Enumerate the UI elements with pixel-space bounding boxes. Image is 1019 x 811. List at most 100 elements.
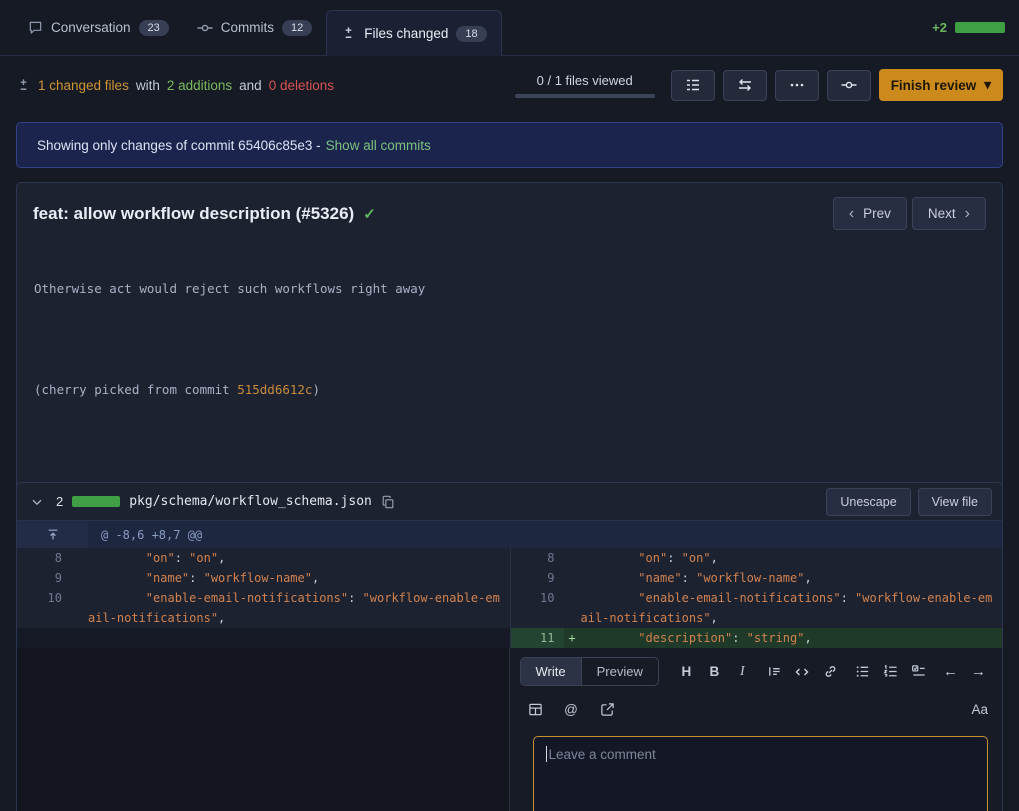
- finish-review-button[interactable]: Finish review ▾: [879, 69, 1003, 101]
- json-key: "on": [581, 551, 668, 565]
- tab-conversation[interactable]: Conversation 23: [14, 10, 183, 46]
- code-line-new: "name": "workflow-name",: [581, 568, 1003, 588]
- code-line-old: "enable-email-notifications": "workflow-…: [88, 588, 510, 628]
- json-end: ,: [711, 551, 718, 565]
- show-all-commits-link[interactable]: Show all commits: [326, 138, 431, 153]
- link-icon[interactable]: [819, 660, 842, 683]
- diff-view-toggle-button[interactable]: [723, 70, 767, 101]
- heading-icon[interactable]: H: [675, 660, 698, 683]
- json-end: ,: [711, 611, 718, 625]
- cherry-text: (cherry picked from commit: [34, 382, 237, 397]
- code-icon[interactable]: [791, 660, 814, 683]
- mention-icon[interactable]: @: [560, 698, 583, 721]
- new-line-number[interactable]: 8: [510, 548, 564, 568]
- json-sep: :: [348, 591, 362, 605]
- unescape-button[interactable]: Unescape: [826, 488, 910, 516]
- diff-options-button[interactable]: [775, 70, 819, 101]
- code-line-new: "on": "on",: [581, 548, 1003, 568]
- commit-icon: [197, 20, 213, 36]
- tab-label: Files changed: [364, 26, 448, 41]
- chevron-down-icon[interactable]: [27, 495, 47, 509]
- code-line-new: "enable-email-notifications": "workflow-…: [581, 588, 1003, 628]
- commit-title-text: feat: allow workflow description (#5326): [33, 204, 354, 224]
- json-key: "name": [88, 571, 189, 585]
- arrow-left-icon[interactable]: ←: [939, 660, 962, 683]
- view-file-label: View file: [932, 495, 978, 509]
- prev-commit-button[interactable]: ‹ Prev: [833, 197, 907, 230]
- inline-comment-row: Write Preview H B I: [17, 648, 1002, 811]
- tab-count-badge: 12: [282, 20, 312, 36]
- comment-textarea[interactable]: [533, 736, 989, 811]
- arrow-right-icon[interactable]: →: [967, 660, 990, 683]
- expand-hunk-button[interactable]: [17, 521, 88, 548]
- cherry-pick-line: (cherry picked from commit 515dd6612c): [34, 382, 985, 398]
- empty-old-sign: [71, 628, 88, 648]
- view-file-button[interactable]: View file: [918, 488, 992, 516]
- file-diff-stat-bar: [72, 496, 120, 507]
- numbered-list-icon[interactable]: [879, 660, 902, 683]
- old-line-number[interactable]: 10: [17, 588, 71, 628]
- file-diff-box: 2 pkg/schema/workflow_schema.json Unesca…: [16, 482, 1003, 811]
- file-tree-icon: [685, 77, 701, 93]
- comment-editor: Write Preview H B I: [510, 648, 1003, 811]
- write-tab[interactable]: Write: [521, 658, 581, 685]
- json-value: "on": [189, 551, 218, 565]
- json-key: "description": [581, 631, 733, 645]
- new-line-number[interactable]: 11: [510, 628, 564, 648]
- diff-summary-row: 1 changed files with 2 additions and 0 d…: [16, 62, 1003, 108]
- quote-icon[interactable]: [763, 660, 786, 683]
- files-viewed-progress: 0 / 1 files viewed: [515, 73, 655, 98]
- diff-sign-cell: [564, 548, 581, 568]
- code-line-old: "on": "on",: [88, 548, 510, 568]
- reference-icon[interactable]: [596, 698, 619, 721]
- preview-tab[interactable]: Preview: [581, 658, 658, 685]
- italic-icon[interactable]: I: [731, 660, 754, 683]
- diff-sign-cell: [71, 588, 88, 628]
- bold-icon[interactable]: B: [703, 660, 726, 683]
- split-diff-grid: 8 "on": "on", 8 "on": "on", 9 "name": "w…: [17, 548, 1002, 648]
- files-viewed-bar: [515, 94, 655, 98]
- bullet-list-icon[interactable]: [851, 660, 874, 683]
- json-sep: :: [732, 631, 746, 645]
- code-line-old: "name": "workflow-name",: [88, 568, 510, 588]
- file-tree-toggle-button[interactable]: [671, 70, 715, 101]
- cherry-commit-link[interactable]: 515dd6612c: [237, 382, 312, 397]
- browse-commits-button[interactable]: [827, 70, 871, 101]
- prev-label: Prev: [863, 206, 891, 221]
- tab-files-changed[interactable]: Files changed 18: [326, 10, 501, 56]
- json-value: "string": [747, 631, 805, 645]
- banner-text: Showing only changes of commit 65406c85e…: [37, 138, 321, 153]
- next-commit-button[interactable]: Next ›: [912, 197, 986, 230]
- diff-sign-cell: [71, 548, 88, 568]
- json-sep: :: [175, 551, 189, 565]
- font-size-toggle[interactable]: Aa: [971, 702, 988, 717]
- added-code-line: "description": "string",: [581, 628, 1003, 648]
- hunk-header-row: @ -8,6 +8,7 @@: [17, 521, 1002, 548]
- task-list-icon[interactable]: [907, 660, 930, 683]
- json-value: "workflow-name": [696, 571, 804, 585]
- json-key: "name": [581, 571, 682, 585]
- diff-sign-cell: [564, 568, 581, 588]
- file-changes-count: 2: [56, 494, 63, 509]
- json-sep: :: [682, 571, 696, 585]
- new-line-number[interactable]: 10: [510, 588, 564, 628]
- new-line-number[interactable]: 9: [510, 568, 564, 588]
- json-end: ,: [218, 611, 225, 625]
- commit-icon: [841, 77, 857, 93]
- json-end: ,: [804, 571, 811, 585]
- old-line-number[interactable]: 9: [17, 568, 71, 588]
- ellipsis-icon: [789, 77, 805, 93]
- changed-files-link[interactable]: 1 changed files: [38, 78, 129, 93]
- diff-icon: [341, 26, 356, 41]
- file-name[interactable]: pkg/schema/workflow_schema.json: [129, 494, 372, 509]
- signature-verified-icon: ✓: [363, 205, 376, 223]
- cherry-text-end: ): [312, 382, 320, 397]
- table-icon[interactable]: [524, 698, 547, 721]
- json-end: ,: [218, 551, 225, 565]
- tab-commits[interactable]: Commits 12: [183, 10, 327, 46]
- summary-text: with: [136, 78, 160, 93]
- copy-path-icon[interactable]: [381, 495, 395, 509]
- commit-title: feat: allow workflow description (#5326)…: [33, 204, 376, 224]
- json-value: "workflow-name": [204, 571, 312, 585]
- old-line-number[interactable]: 8: [17, 548, 71, 568]
